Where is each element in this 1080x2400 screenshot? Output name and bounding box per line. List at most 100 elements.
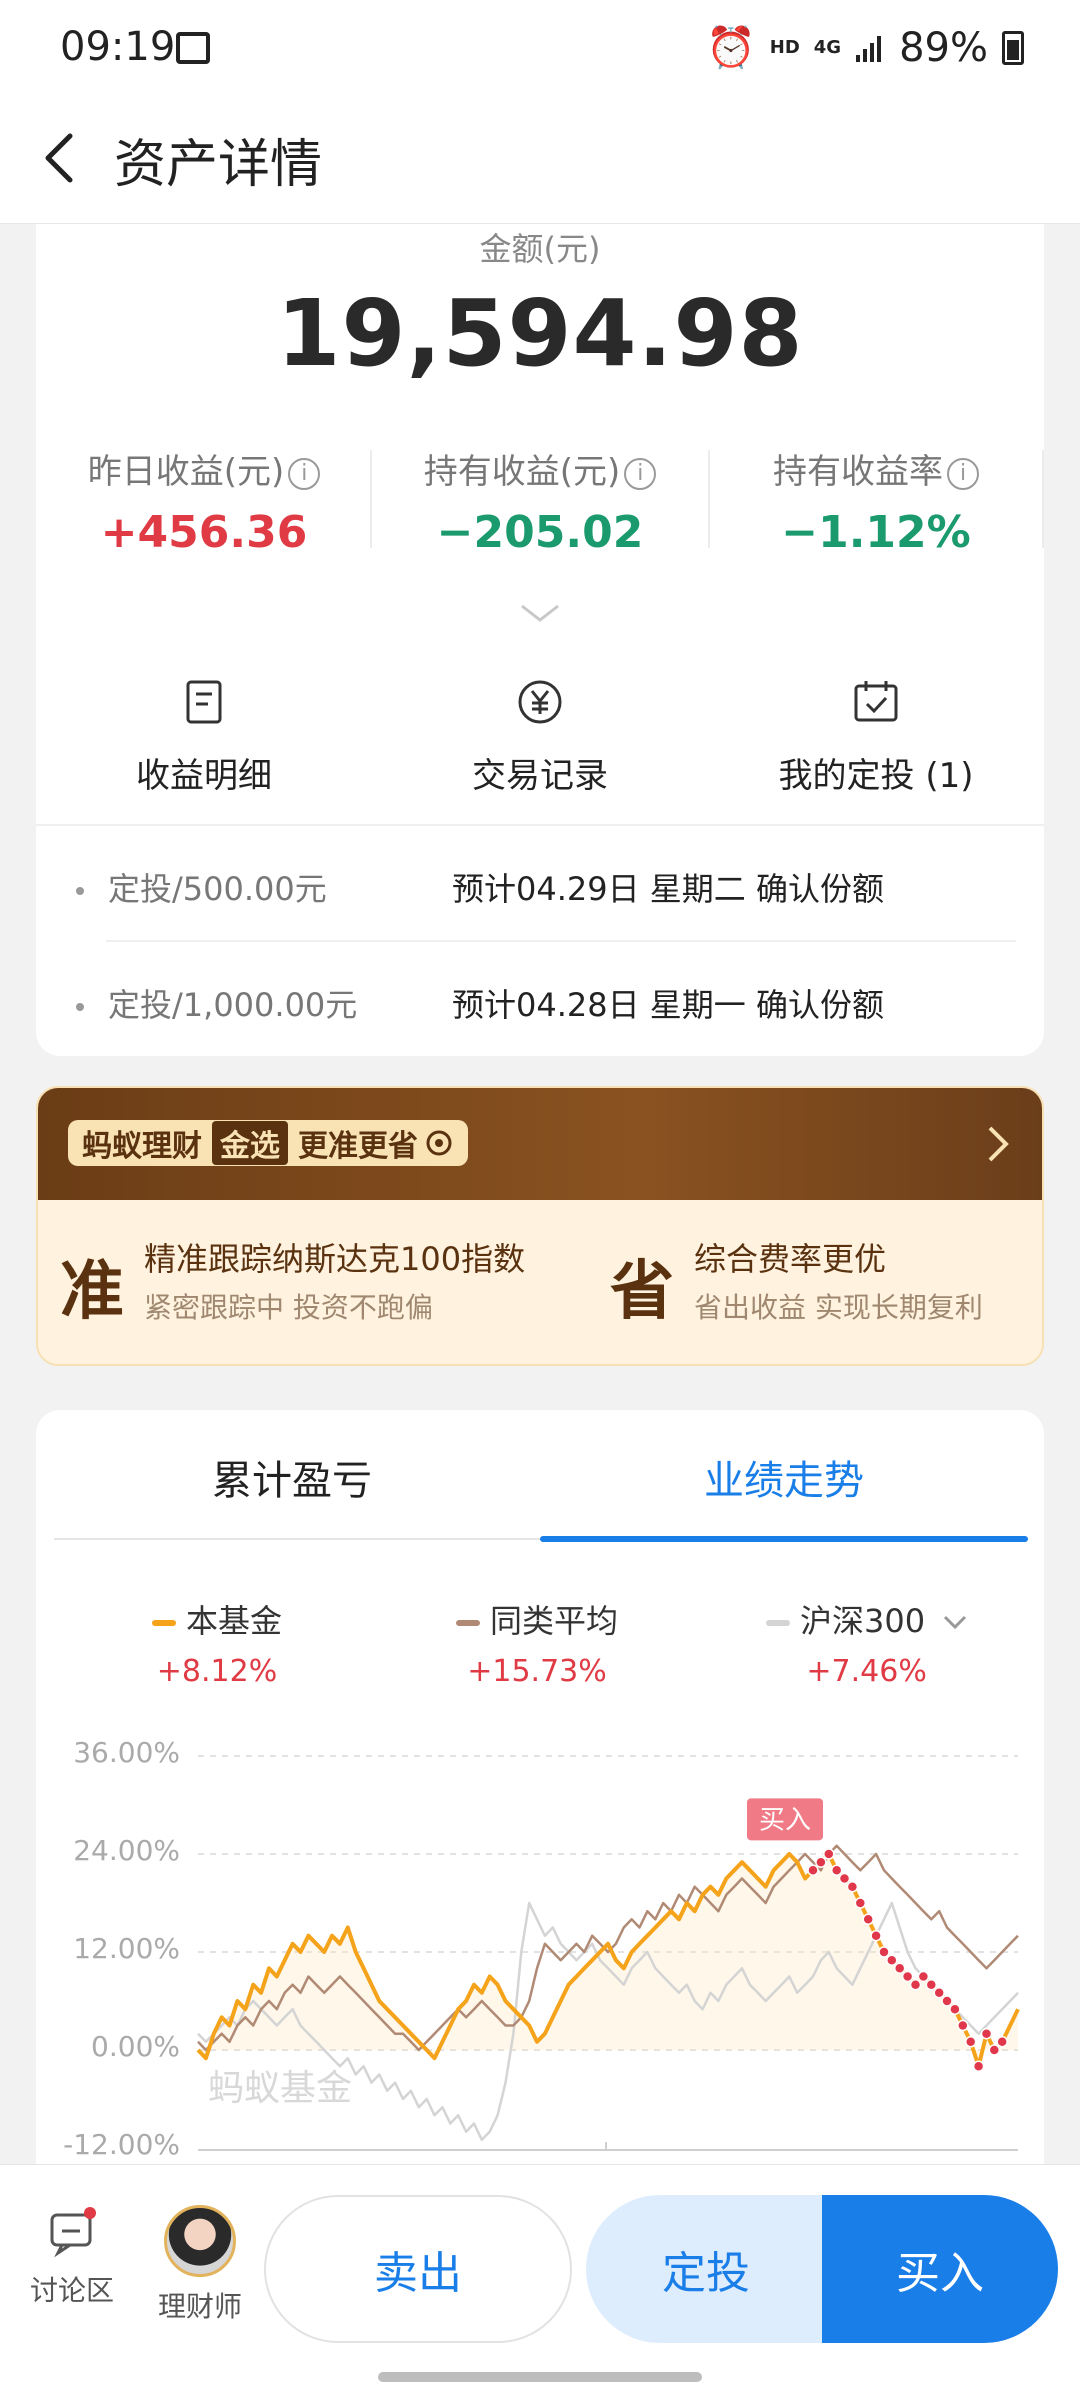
- battery-percent: 89%: [899, 24, 988, 71]
- bullet-icon: [76, 887, 84, 895]
- discuss-button[interactable]: 讨论区: [12, 2205, 132, 2309]
- target-icon: [426, 1130, 452, 1156]
- buy-point: [925, 1978, 938, 1991]
- brand-slogan: 更准更省: [298, 1129, 418, 1164]
- plan-row[interactable]: 定投/1,000.00元 预计04.28日 星期一 确认份额: [76, 980, 884, 1026]
- amount-value: 19,594.98: [276, 280, 804, 387]
- divider: [106, 940, 1016, 942]
- plan-row[interactable]: 定投/500.00元 预计04.29日 星期二 确认份额: [76, 864, 884, 910]
- perk-glyph: 省: [610, 1240, 684, 1332]
- performance-chart[interactable]: 买入蚂蚁基金: [36, 1410, 1044, 2170]
- advisor-label: 理财师: [157, 2290, 242, 2323]
- divider: [1042, 450, 1044, 548]
- quick-action-my-plans[interactable]: 我的定投 (1): [708, 678, 1044, 797]
- buy-point: [807, 1864, 819, 1877]
- stat-label: 持有收益率: [773, 452, 943, 492]
- stat-yesterday[interactable]: 昨日收益(元) i +456.36: [36, 444, 372, 558]
- buy-point: [862, 1913, 874, 1926]
- buy-point: [823, 1848, 835, 1860]
- status-time: 09:19: [60, 24, 176, 70]
- perk-subtitle: 省出收益 实现长期复利: [694, 1291, 983, 1324]
- discuss-label: 讨论区: [29, 2274, 114, 2307]
- quick-action-transactions[interactable]: 交易记录: [372, 678, 708, 797]
- banner-header: 蚂蚁理财 金选 更准更省: [38, 1088, 1042, 1200]
- bottom-action-bar: 讨论区 理财师 卖出 定投 买入: [0, 2164, 1080, 2400]
- status-right: ⏰ HD 4G 89%: [706, 24, 1024, 71]
- stat-holding-profit[interactable]: 持有收益(元) i −205.02: [372, 444, 708, 558]
- quick-action-income-detail[interactable]: 收益明细: [36, 678, 372, 797]
- yuan-icon: [518, 680, 562, 724]
- promo-banner[interactable]: 蚂蚁理财 金选 更准更省 准 精准跟踪纳斯达克100指数 紧密跟踪中 投资不跑偏…: [36, 1086, 1044, 1366]
- auto-invest-button[interactable]: 定投: [586, 2195, 826, 2343]
- buy-point: [933, 1987, 945, 1999]
- signal-icon: [856, 35, 882, 62]
- stat-value: −1.12%: [781, 507, 971, 558]
- advisor-button[interactable]: 理财师: [140, 2205, 260, 2325]
- buy-point: [893, 1962, 906, 1975]
- sell-button[interactable]: 卖出: [264, 2195, 572, 2343]
- buy-point: [886, 1954, 898, 1966]
- quick-action-label: 收益明细: [136, 756, 272, 796]
- document-icon: [186, 680, 222, 724]
- quick-action-label: 交易记录: [472, 756, 608, 796]
- info-icon[interactable]: i: [947, 457, 979, 490]
- quick-action-label: 我的定投 (1): [778, 756, 974, 796]
- stat-value: −205.02: [436, 507, 644, 558]
- image-icon: [176, 32, 210, 64]
- perk-glyph: 准: [60, 1240, 134, 1332]
- perk-subtitle: 紧密跟踪中 投资不跑偏: [144, 1291, 433, 1324]
- buy-point: [957, 2019, 969, 2032]
- perk-title: 精准跟踪纳斯达克100指数: [144, 1240, 526, 1278]
- plan-amount: 定投/500.00元: [108, 870, 327, 908]
- perk-title: 综合费率更优: [694, 1240, 887, 1278]
- amount-label: 金额(元): [479, 230, 601, 268]
- network-indicator: 4G: [813, 37, 842, 58]
- buy-marker-label: 买入: [759, 1805, 811, 1835]
- buy-point: [838, 1872, 851, 1885]
- status-bar: 09:19 ⏰ HD 4G 89%: [0, 0, 1080, 96]
- stat-label: 持有收益(元): [423, 452, 621, 492]
- stat-label: 昨日收益(元): [87, 452, 285, 492]
- buy-point: [854, 1897, 867, 1909]
- calendar-check-icon: [854, 681, 898, 722]
- info-icon[interactable]: i: [288, 457, 321, 490]
- battery-icon: [1002, 30, 1024, 65]
- buy-point: [964, 2036, 977, 2048]
- top-header: 资产详情: [0, 96, 1080, 224]
- asset-card: 金额(元) 19,594.98 昨日收益(元) i +456.36 持有收益(元)…: [36, 224, 1044, 1056]
- buy-point: [980, 2027, 993, 2040]
- buy-point: [815, 1856, 827, 1868]
- plan-amount: 定投/1,000.00元: [108, 986, 358, 1024]
- buy-point: [972, 2060, 985, 2073]
- brand-name: 蚂蚁理财: [82, 1129, 202, 1164]
- chevron-right-icon[interactable]: [984, 1124, 1012, 1164]
- buy-point: [909, 1978, 922, 1991]
- bullet-icon: [76, 1003, 84, 1011]
- performance-card: 累计盈亏 业绩走势 本基金 +8.12% 同类平均 +15.73% 沪深300 …: [36, 1410, 1044, 2170]
- info-icon[interactable]: i: [624, 457, 657, 490]
- buy-point: [949, 2003, 961, 2015]
- buy-point: [830, 1864, 843, 1877]
- chart-watermark: 蚂蚁基金: [208, 2068, 352, 2109]
- chevron-down-icon[interactable]: [520, 604, 560, 624]
- buy-point: [870, 1929, 882, 1942]
- stat-value: +456.36: [100, 507, 308, 558]
- plan-confirm-date: 预计04.29日 星期二 确认份额: [452, 870, 884, 908]
- buy-point: [917, 1970, 930, 1983]
- stat-holding-rate[interactable]: 持有收益率 i −1.12%: [708, 444, 1044, 558]
- buy-point: [901, 1970, 914, 1983]
- avatar: [164, 2205, 236, 2277]
- buy-point: [941, 1995, 953, 2007]
- back-arrow-icon[interactable]: [34, 128, 94, 188]
- buy-point: [846, 1880, 859, 1893]
- brand-tag: 蚂蚁理财 金选 更准更省: [68, 1120, 468, 1166]
- divider: [36, 824, 1044, 826]
- buy-button[interactable]: 买入: [822, 2195, 1058, 2343]
- hd-indicator: HD: [769, 37, 800, 58]
- gold-select-badge: 金选: [212, 1121, 288, 1165]
- buy-point: [988, 2044, 1001, 2056]
- alarm-icon: ⏰: [705, 25, 756, 71]
- plan-confirm-date: 预计04.28日 星期一 确认份额: [452, 986, 884, 1024]
- home-indicator: [378, 2372, 702, 2382]
- buy-point: [878, 1946, 890, 1958]
